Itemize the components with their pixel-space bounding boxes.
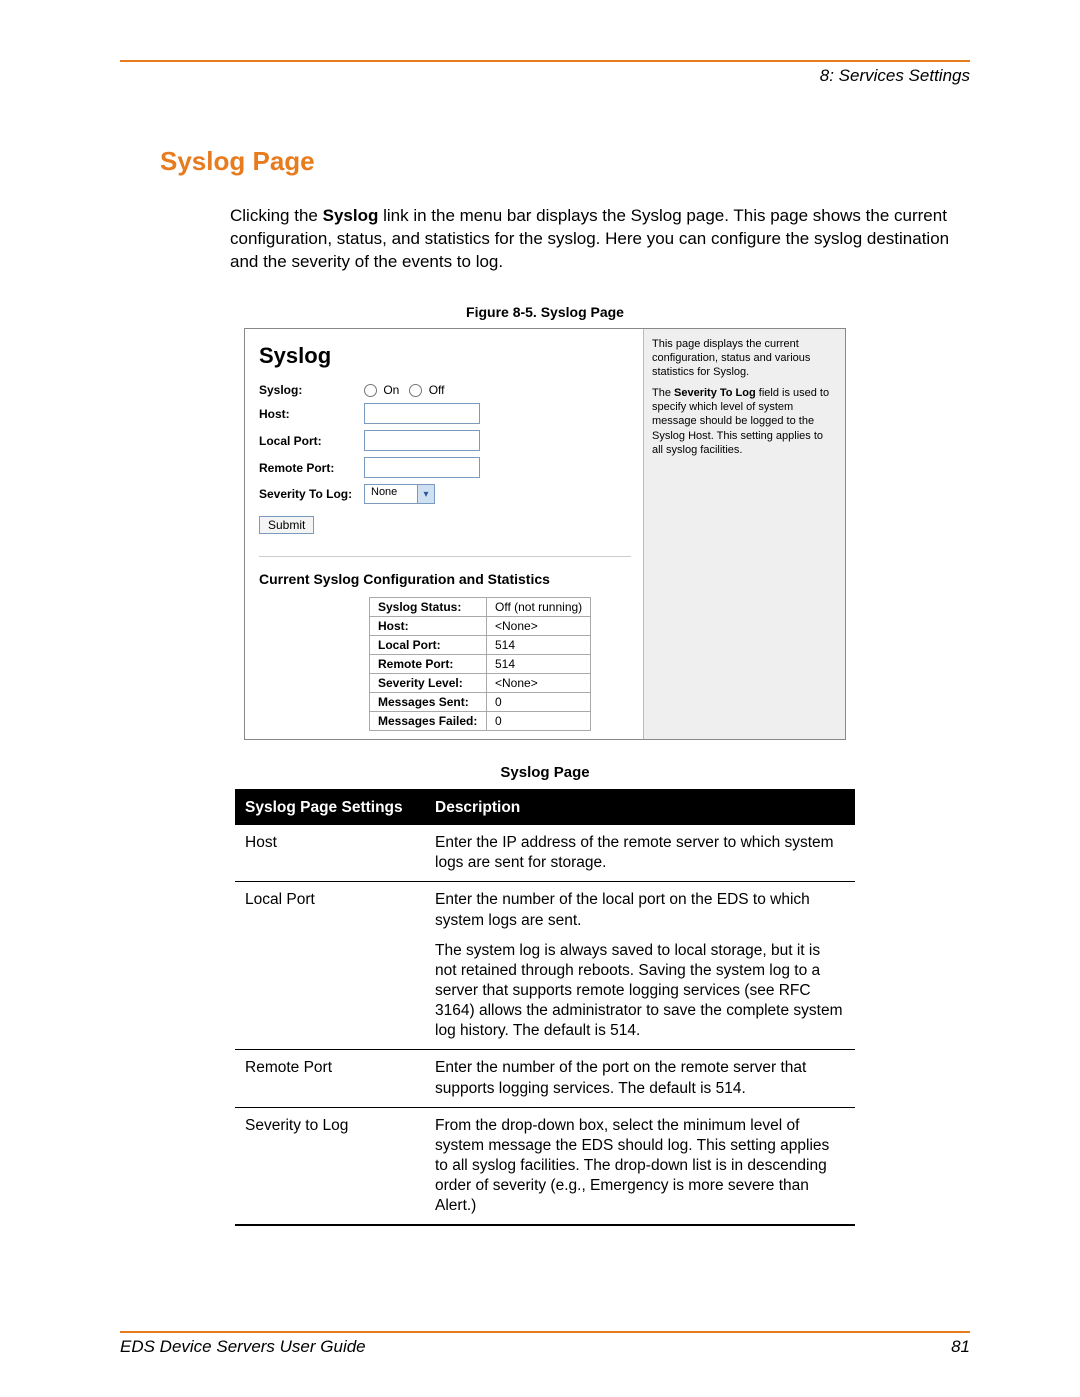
footer-page: 81: [951, 1337, 970, 1357]
table-row: Messages Failed:0: [370, 712, 591, 731]
table-row: Local PortEnter the number of the local …: [235, 882, 855, 1050]
table-row: Severity to LogFrom the drop-down box, s…: [235, 1107, 855, 1225]
desc-caption: Syslog Page: [120, 764, 970, 781]
panel-title: Syslog: [259, 343, 631, 369]
severity-select[interactable]: None ▾: [364, 484, 435, 504]
col-description: Description: [425, 790, 855, 825]
remote-port-input[interactable]: [364, 457, 480, 478]
table-row: Severity Level:<None>: [370, 674, 591, 693]
submit-button[interactable]: Submit: [259, 516, 314, 534]
col-settings: Syslog Page Settings: [235, 790, 425, 825]
figure-caption: Figure 8-5. Syslog Page: [120, 304, 970, 320]
page-title: Syslog Page: [160, 146, 970, 177]
table-row: HostEnter the IP address of the remote s…: [235, 825, 855, 882]
stats-table: Syslog Status:Off (not running)Host:<Non…: [369, 597, 591, 731]
table-row: Syslog Status:Off (not running): [370, 598, 591, 617]
host-label: Host:: [259, 407, 364, 421]
settings-description-table: Syslog Page Settings Description HostEnt…: [235, 789, 855, 1226]
chapter-header: 8: Services Settings: [120, 66, 970, 86]
remote-port-label: Remote Port:: [259, 461, 364, 475]
syslog-label: Syslog:: [259, 383, 364, 397]
host-input[interactable]: [364, 403, 480, 424]
table-row: Messages Sent:0: [370, 693, 591, 712]
stats-title: Current Syslog Configuration and Statist…: [259, 571, 631, 587]
table-row: Local Port:514: [370, 636, 591, 655]
syslog-radio-on[interactable]: On: [364, 383, 399, 397]
footer-title: EDS Device Servers User Guide: [120, 1337, 366, 1357]
intro-paragraph: Clicking the Syslog link in the menu bar…: [230, 205, 970, 274]
syslog-radio-off[interactable]: Off: [409, 383, 444, 397]
local-port-label: Local Port:: [259, 434, 364, 448]
table-row: Host:<None>: [370, 617, 591, 636]
chevron-down-icon: ▾: [417, 485, 434, 503]
table-row: Remote Port:514: [370, 655, 591, 674]
help-sidebar: This page displays the current configura…: [643, 329, 845, 739]
table-row: Remote PortEnter the number of the port …: [235, 1050, 855, 1107]
severity-label: Severity To Log:: [259, 487, 364, 501]
local-port-input[interactable]: [364, 430, 480, 451]
syslog-screenshot: Syslog Syslog: On Off Host: Local Port: …: [244, 328, 846, 740]
